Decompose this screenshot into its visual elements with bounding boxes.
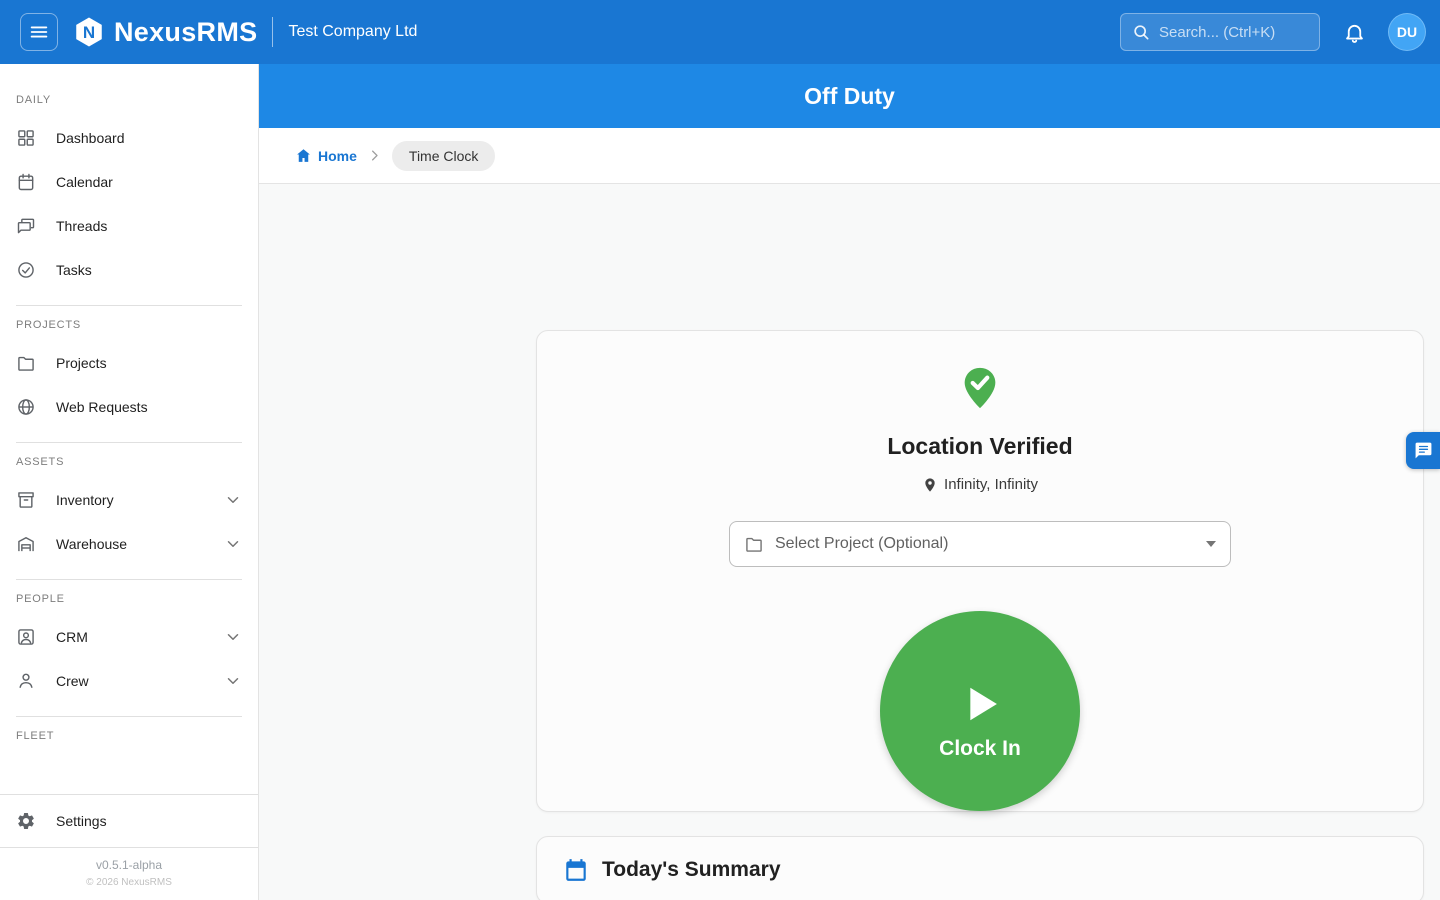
crm-icon	[16, 627, 36, 647]
sidebar-divider	[16, 305, 242, 306]
location-coordinates: Infinity, Infinity	[922, 476, 1038, 493]
feedback-chat-tab[interactable]	[1406, 432, 1440, 469]
breadcrumb-home-link[interactable]: Home	[295, 147, 357, 164]
search-icon	[1131, 22, 1151, 42]
breadcrumb: Home Time Clock	[259, 128, 1440, 184]
warehouse-icon	[16, 534, 36, 554]
sidebar-item-label: Tasks	[56, 262, 92, 278]
sidebar-item-label: CRM	[56, 629, 88, 645]
sidebar-item-dashboard[interactable]: Dashboard	[0, 116, 258, 160]
duty-status-banner: Off Duty	[259, 64, 1440, 128]
sidebar-item-crm[interactable]: CRM	[0, 615, 258, 659]
projects-icon	[16, 353, 36, 373]
sidebar-item-projects[interactable]: Projects	[0, 341, 258, 385]
sidebar-item-calendar[interactable]: Calendar	[0, 160, 258, 204]
sidebar-item-label: Inventory	[56, 492, 114, 508]
menu-icon	[28, 21, 50, 43]
user-avatar[interactable]: DU	[1388, 13, 1426, 51]
sidebar-section-people: PEOPLE	[0, 593, 258, 605]
sidebar-item-label: Threads	[56, 218, 107, 234]
app-logo[interactable]: N NexusRMS	[72, 15, 257, 49]
breadcrumb-home-label: Home	[318, 148, 357, 164]
sidebar-item-label: Warehouse	[56, 536, 127, 552]
sidebar-item-crew[interactable]: Crew	[0, 659, 258, 703]
sidebar-item-inventory[interactable]: Inventory	[0, 478, 258, 522]
sidebar-bottom: Settings v0.5.1-alpha © 2026 NexusRMS	[0, 794, 258, 900]
sidebar-item-label: Dashboard	[56, 130, 125, 146]
app-version: v0.5.1-alpha	[0, 858, 258, 872]
play-icon	[951, 675, 1009, 733]
app-name: NexusRMS	[114, 17, 257, 48]
project-select[interactable]: Select Project (Optional)	[729, 521, 1231, 567]
sidebar-section-assets: ASSETS	[0, 456, 258, 468]
top-bar: N NexusRMS Test Company Ltd DU	[0, 0, 1440, 64]
notifications-button[interactable]	[1334, 12, 1374, 52]
chevron-down-icon	[224, 672, 242, 690]
folder-icon	[744, 534, 764, 554]
app-copyright: © 2026 NexusRMS	[0, 877, 258, 888]
clock-in-button[interactable]: Clock In	[880, 611, 1080, 811]
chevron-down-icon	[224, 535, 242, 553]
svg-text:N: N	[83, 23, 95, 42]
location-status-title: Location Verified	[887, 433, 1072, 460]
location-pin-icon	[922, 477, 938, 493]
sidebar-item-threads[interactable]: Threads	[0, 204, 258, 248]
sidebar-item-label: Web Requests	[56, 399, 148, 415]
threads-icon	[16, 216, 36, 236]
page-content: Location Verified Infinity, Infinity	[259, 184, 1440, 900]
sidebar-divider	[16, 716, 242, 717]
sidebar-nav: DAILY Dashboard Calendar	[0, 64, 258, 794]
chevron-down-icon	[224, 628, 242, 646]
inventory-icon	[16, 490, 36, 510]
crew-icon	[16, 671, 36, 691]
company-name: Test Company Ltd	[288, 23, 417, 41]
main-area: Off Duty Home Time Clock	[259, 64, 1440, 900]
web-requests-icon	[16, 397, 36, 417]
search-input[interactable]	[1159, 24, 1309, 41]
breadcrumb-chevron-icon	[367, 148, 382, 163]
home-icon	[295, 147, 312, 164]
summary-calendar-icon	[563, 857, 589, 883]
todays-summary-card: Today's Summary	[536, 836, 1424, 900]
clock-in-label: Clock In	[939, 737, 1021, 761]
calendar-icon	[16, 172, 36, 192]
sidebar-item-settings[interactable]: Settings	[0, 795, 258, 847]
summary-title: Today's Summary	[602, 858, 781, 882]
sidebar-section-fleet: FLEET	[0, 730, 258, 742]
sidebar-section-projects: PROJECTS	[0, 319, 258, 331]
sidebar-item-label: Calendar	[56, 174, 113, 190]
sidebar-item-tasks[interactable]: Tasks	[0, 248, 258, 292]
sidebar-footer: v0.5.1-alpha © 2026 NexusRMS	[0, 847, 258, 900]
settings-icon	[16, 811, 36, 831]
sidebar-item-label: Settings	[56, 813, 107, 829]
sidebar-section-daily: DAILY	[0, 94, 258, 106]
sidebar-item-web-requests[interactable]: Web Requests	[0, 385, 258, 429]
sidebar: DAILY Dashboard Calendar	[0, 64, 259, 900]
location-verified-icon	[957, 365, 1003, 411]
location-text: Infinity, Infinity	[944, 476, 1038, 493]
sidebar-divider	[16, 579, 242, 580]
bell-icon	[1343, 21, 1366, 44]
sidebar-item-warehouse[interactable]: Warehouse	[0, 522, 258, 566]
sidebar-item-label: Crew	[56, 673, 89, 689]
tasks-icon	[16, 260, 36, 280]
sidebar-item-label: Projects	[56, 355, 107, 371]
time-clock-card: Location Verified Infinity, Infinity	[536, 330, 1424, 812]
project-select-placeholder: Select Project (Optional)	[775, 535, 948, 553]
select-caret-icon	[1206, 541, 1216, 547]
topbar-divider	[272, 17, 273, 47]
logo-icon: N	[72, 15, 106, 49]
menu-button[interactable]	[20, 13, 58, 51]
chevron-down-icon	[224, 491, 242, 509]
dashboard-icon	[16, 128, 36, 148]
breadcrumb-current: Time Clock	[392, 141, 496, 171]
chat-icon	[1414, 441, 1433, 460]
global-search[interactable]	[1120, 13, 1320, 51]
sidebar-divider	[16, 442, 242, 443]
